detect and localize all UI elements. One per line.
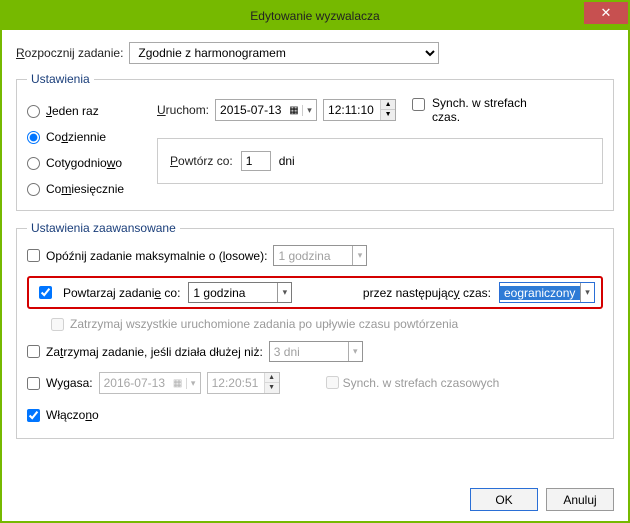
repeat-duration-combo[interactable]: ▾ xyxy=(499,282,595,303)
launch-column: Uruchom: ▦ ▾ ▲ ▼ xyxy=(157,96,603,196)
radio-once-input[interactable] xyxy=(27,105,40,118)
chevron-down-icon[interactable]: ▾ xyxy=(277,283,291,302)
ok-button[interactable]: OK xyxy=(470,488,538,511)
spinner-down-icon: ▼ xyxy=(265,383,279,393)
begin-task-label: Rozpocznij zadanie: xyxy=(16,46,123,60)
repeat-duration-value[interactable] xyxy=(500,286,580,300)
chevron-down-icon: ▾ xyxy=(186,378,200,389)
radio-daily-label: Codziennie xyxy=(46,130,106,144)
stop-at-end-checkbox xyxy=(51,318,64,331)
radio-weekly-input[interactable] xyxy=(27,157,40,170)
enabled-checkbox[interactable] xyxy=(27,409,40,422)
time-spinner[interactable]: ▲ ▼ xyxy=(380,100,395,120)
radio-daily[interactable]: Codziennie xyxy=(27,130,145,144)
delay-checkbox[interactable] xyxy=(27,249,40,262)
radio-once[interactable]: Jeden raz xyxy=(27,104,145,118)
launch-row: Uruchom: ▦ ▾ ▲ ▼ xyxy=(157,96,603,124)
spinner-down-icon[interactable]: ▼ xyxy=(381,110,395,120)
radio-once-label: Jeden raz xyxy=(46,104,99,118)
stop-at-end-row: Zatrzymaj wszystkie uruchomione zadania … xyxy=(51,317,603,331)
delay-value xyxy=(274,249,352,263)
expire-date-input xyxy=(100,376,170,390)
settings-fieldset: Ustawienia Jeden raz Codziennie Cotygodn… xyxy=(16,72,614,211)
repeat-task-checkbox[interactable] xyxy=(39,286,52,299)
close-icon: ✕ xyxy=(601,5,612,21)
delay-row: Opóźnij zadanie maksymalnie o (losowe): … xyxy=(27,245,603,266)
tz-sync-input[interactable] xyxy=(412,98,425,111)
radio-monthly-input[interactable] xyxy=(27,183,40,196)
delay-label: Opóźnij zadanie maksymalnie o (losowe): xyxy=(46,249,267,263)
spinner-up-icon[interactable]: ▲ xyxy=(381,100,395,110)
titlebar: Edytowanie wyzwalacza ✕ xyxy=(2,2,628,30)
start-date-picker[interactable]: ▦ ▾ xyxy=(215,99,317,121)
settings-legend: Ustawienia xyxy=(27,72,94,86)
stop-if-longer-value xyxy=(270,345,348,359)
stop-if-longer-row: Zatrzymaj zadanie, jeśli działa dłużej n… xyxy=(27,341,603,362)
expire-checkbox[interactable] xyxy=(27,377,40,390)
window-title: Edytowanie wyzwalacza xyxy=(250,9,379,23)
radio-monthly[interactable]: Comiesięcznie xyxy=(27,182,145,196)
dialog-window: Edytowanie wyzwalacza ✕ Rozpocznij zadan… xyxy=(0,0,630,523)
expire-tz-input xyxy=(326,376,339,389)
start-time-input[interactable] xyxy=(324,103,380,117)
enabled-label: Włączono xyxy=(46,408,99,422)
chevron-down-icon[interactable]: ▾ xyxy=(302,105,316,116)
advanced-legend: Ustawienia zaawansowane xyxy=(27,221,180,235)
repeat-interval-combo[interactable]: ▾ xyxy=(188,282,292,303)
repeat-duration-label: przez następujący czas: xyxy=(363,286,491,300)
recur-label: Powtórz co: xyxy=(170,154,233,168)
chevron-down-icon: ▾ xyxy=(352,246,366,265)
radio-monthly-label: Comiesięcznie xyxy=(46,182,124,196)
schedule-radio-group: Jeden raz Codziennie Cotygodniowo Comies… xyxy=(27,96,145,196)
radio-weekly-label: Cotygodniowo xyxy=(46,156,122,170)
start-time-picker[interactable]: ▲ ▼ xyxy=(323,99,396,121)
close-button[interactable]: ✕ xyxy=(584,2,628,24)
recur-box: Powtórz co: dni xyxy=(157,138,603,184)
expire-time-input xyxy=(208,376,264,390)
repeat-task-label: Powtarzaj zadanie co: xyxy=(63,286,180,300)
stop-if-longer-label: Zatrzymaj zadanie, jeśli działa dłużej n… xyxy=(46,345,263,359)
start-date-input[interactable] xyxy=(216,103,286,117)
expire-label: Wygasa: xyxy=(46,376,93,390)
dialog-footer: OK Anuluj xyxy=(470,488,614,511)
radio-weekly[interactable]: Cotygodniowo xyxy=(27,156,145,170)
stop-at-end-label: Zatrzymaj wszystkie uruchomione zadania … xyxy=(70,317,458,331)
radio-daily-input[interactable] xyxy=(27,131,40,144)
calendar-icon: ▦ xyxy=(170,378,186,389)
spinner-up-icon: ▲ xyxy=(265,373,279,383)
recur-unit: dni xyxy=(279,154,295,168)
expire-tz-checkbox: Synch. w strefach czasowych xyxy=(326,376,500,390)
stop-if-longer-checkbox[interactable] xyxy=(27,345,40,358)
delay-combo: ▾ xyxy=(273,245,367,266)
repeat-task-highlight: Powtarzaj zadanie co: ▾ przez następując… xyxy=(27,276,603,309)
calendar-icon: ▦ xyxy=(286,105,302,116)
cancel-button[interactable]: Anuluj xyxy=(546,488,614,511)
chevron-down-icon: ▾ xyxy=(348,342,362,361)
stop-if-longer-combo: ▾ xyxy=(269,341,363,362)
launch-label: Uruchom: xyxy=(157,103,209,117)
tz-sync-checkbox[interactable]: Synch. w strefach czas. xyxy=(408,96,528,124)
expire-time-picker: ▲ ▼ xyxy=(207,372,280,394)
chevron-down-icon[interactable]: ▾ xyxy=(580,283,594,302)
recur-value-input[interactable] xyxy=(241,151,271,171)
begin-task-select[interactable]: Zgodnie z harmonogramem xyxy=(129,42,439,64)
begin-task-row: Rozpocznij zadanie: Zgodnie z harmonogra… xyxy=(16,42,614,64)
expire-date-picker: ▦ ▾ xyxy=(99,372,201,394)
tz-sync-label: Synch. w strefach czas. xyxy=(432,96,528,124)
enabled-row: Włączono xyxy=(27,408,603,422)
advanced-fieldset: Ustawienia zaawansowane Opóźnij zadanie … xyxy=(16,221,614,439)
content-area: Rozpocznij zadanie: Zgodnie z harmonogra… xyxy=(2,30,628,461)
expire-tz-label: Synch. w strefach czasowych xyxy=(343,376,500,390)
time-spinner: ▲ ▼ xyxy=(264,373,279,393)
expire-row: Wygasa: ▦ ▾ ▲ ▼ Synch. w strefach czasow… xyxy=(27,372,603,394)
repeat-interval-value[interactable] xyxy=(189,286,277,300)
